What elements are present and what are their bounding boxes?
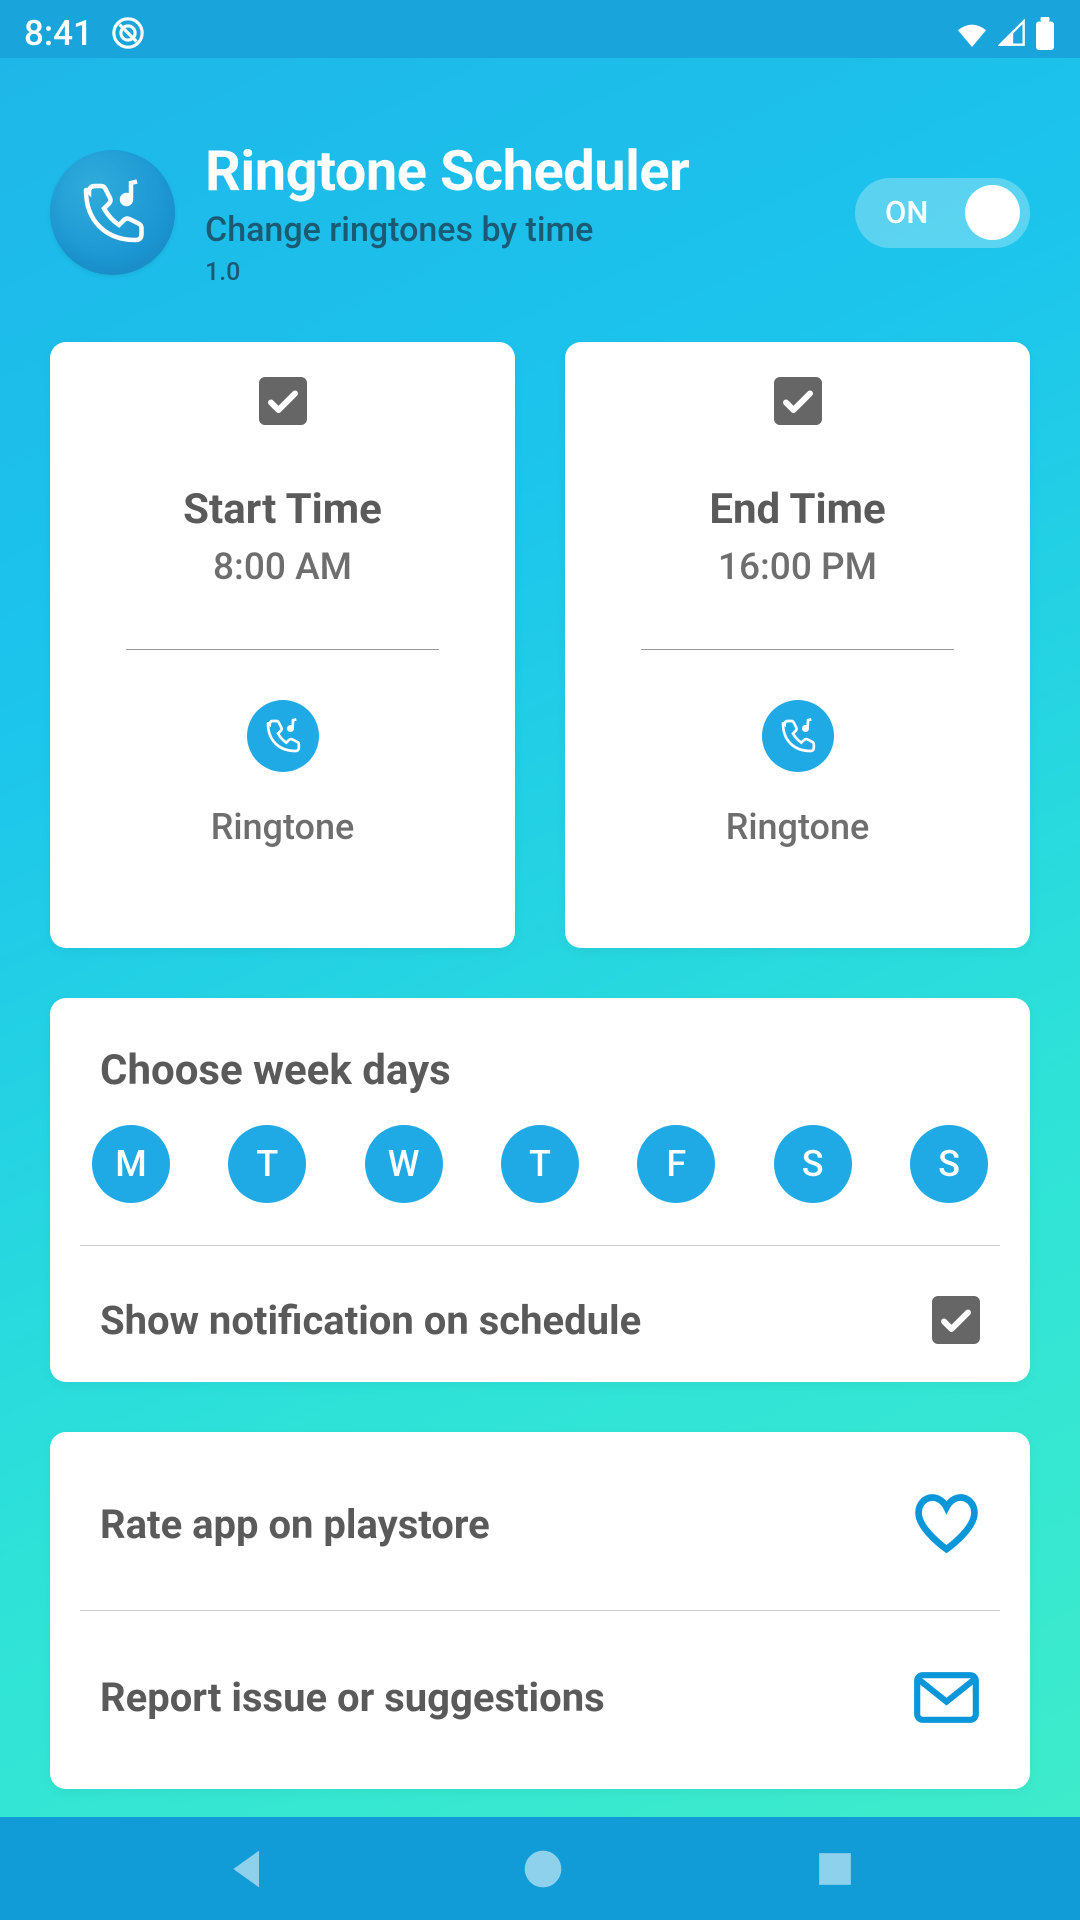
app-title: Ringtone Scheduler — [205, 138, 825, 204]
divider — [126, 649, 439, 650]
master-toggle[interactable]: ON — [855, 178, 1030, 248]
rate-app-row[interactable]: Rate app on playstore — [50, 1438, 1030, 1610]
end-time-label: End Time — [709, 485, 885, 534]
settings-card: Choose week days M T W T F S S Show noti… — [50, 998, 1030, 1382]
day-sunday[interactable]: S — [910, 1125, 988, 1203]
app-version: 1.0 — [205, 258, 825, 287]
heart-icon — [913, 1494, 980, 1554]
phone-music-icon — [778, 716, 818, 756]
check-icon — [780, 383, 816, 419]
status-bar-left: 8:41 — [24, 13, 145, 54]
actions-card: Rate app on playstore Report issue or su… — [50, 1432, 1030, 1789]
weekdays-title: Choose week days — [50, 1046, 1030, 1095]
end-enabled-checkbox[interactable] — [774, 377, 822, 425]
end-time-card[interactable]: End Time 16:00 PM Ringtone — [565, 342, 1030, 948]
status-bar-right — [954, 17, 1056, 50]
report-issue-row[interactable]: Report issue or suggestions — [50, 1611, 1030, 1783]
content: Start Time 8:00 AM Ringtone End Time 16:… — [0, 342, 1080, 1789]
app-header-text: Ringtone Scheduler Change ringtones by t… — [205, 138, 825, 287]
start-time-label: Start Time — [183, 485, 382, 534]
report-label: Report issue or suggestions — [100, 1674, 605, 1721]
phone-music-icon — [263, 716, 303, 756]
day-thursday[interactable]: T — [501, 1125, 579, 1203]
end-time-value: 16:00 PM — [718, 546, 877, 589]
notification-setting-row[interactable]: Show notification on schedule — [50, 1246, 1030, 1344]
mail-icon — [913, 1667, 980, 1727]
toggle-knob — [965, 185, 1020, 240]
rate-label: Rate app on playstore — [100, 1501, 490, 1548]
recents-button[interactable] — [816, 1850, 854, 1888]
weekdays-row: M T W T F S S — [50, 1125, 1030, 1245]
start-ringtone-label: Ringtone — [211, 806, 355, 848]
check-icon — [938, 1302, 974, 1338]
battery-icon — [1034, 17, 1056, 50]
end-ringtone-label: Ringtone — [726, 806, 870, 848]
clock-time: 8:41 — [24, 13, 93, 54]
home-button[interactable] — [523, 1849, 563, 1889]
wifi-icon — [954, 19, 990, 47]
check-icon — [265, 383, 301, 419]
signal-icon — [998, 19, 1026, 47]
toggle-label: ON — [885, 194, 928, 231]
day-saturday[interactable]: S — [774, 1125, 852, 1203]
status-bar: 8:41 — [0, 0, 1080, 58]
start-enabled-checkbox[interactable] — [259, 377, 307, 425]
app-header: Ringtone Scheduler Change ringtones by t… — [0, 58, 1080, 342]
day-tuesday[interactable]: T — [228, 1125, 306, 1203]
time-cards-row: Start Time 8:00 AM Ringtone End Time 16:… — [50, 342, 1030, 948]
phone-music-icon — [77, 177, 149, 249]
notification-label: Show notification on schedule — [100, 1297, 641, 1344]
app-subtitle: Change ringtones by time — [205, 210, 825, 250]
navigation-bar — [0, 1817, 1080, 1920]
start-ringtone-button[interactable] — [247, 700, 319, 772]
notification-checkbox[interactable] — [932, 1296, 980, 1344]
dnd-icon — [111, 16, 145, 50]
day-friday[interactable]: F — [637, 1125, 715, 1203]
end-ringtone-button[interactable] — [762, 700, 834, 772]
start-time-card[interactable]: Start Time 8:00 AM Ringtone — [50, 342, 515, 948]
start-time-value: 8:00 AM — [213, 546, 352, 589]
divider — [641, 649, 954, 650]
back-button[interactable] — [226, 1847, 270, 1891]
app-icon — [50, 150, 175, 275]
day-monday[interactable]: M — [92, 1125, 170, 1203]
day-wednesday[interactable]: W — [365, 1125, 443, 1203]
